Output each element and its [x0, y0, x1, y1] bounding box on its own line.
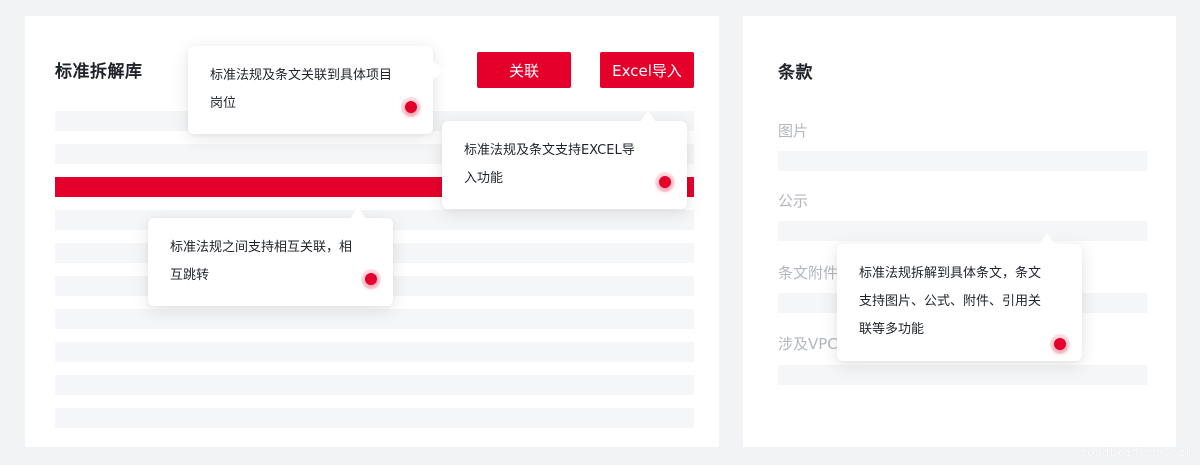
tooltip-arrow	[432, 60, 444, 80]
field-label-image: 图片	[778, 122, 809, 140]
tooltip-link-positions: 标准法规及条文关联到具体项目 岗位	[188, 46, 444, 134]
tooltip-arrow	[1039, 233, 1055, 245]
tooltip-text-line: 标准法规及条文关联到具体项目	[210, 68, 393, 83]
panel-title: 条款	[778, 63, 813, 83]
tooltip-text-line: 岗位	[210, 96, 237, 111]
tooltip-text-line: 互跳转	[170, 268, 210, 283]
field-label-attachment: 条文附件	[778, 264, 839, 282]
hotspot-dot-icon[interactable]	[659, 176, 671, 188]
list-item[interactable]	[55, 408, 694, 428]
tooltip-cross-jump: 标准法规之间支持相互关联，相 互跳转	[148, 207, 393, 306]
tooltip-excel-import: 标准法规及条文支持EXCEL导 入功能	[442, 110, 687, 209]
tooltip-text-line: 入功能	[464, 171, 504, 186]
tooltip-arrow	[640, 110, 656, 122]
field-image[interactable]	[778, 151, 1147, 171]
field-vpc[interactable]	[778, 365, 1147, 385]
hotspot-dot-icon[interactable]	[365, 273, 377, 285]
link-button[interactable]: 关联	[477, 52, 571, 88]
tooltip-text-line: 支持图片、公式、附件、引用关	[859, 294, 1042, 309]
field-label-vpc: 涉及VPC	[778, 335, 838, 353]
clause-panel: 条款 图片 公示 条文附件 涉及VPC	[743, 16, 1176, 447]
field-label-formula: 公示	[778, 192, 809, 210]
hotspot-dot-icon[interactable]	[405, 101, 417, 113]
watermark: goodbeifeng.com	[1079, 446, 1194, 459]
list-item[interactable]	[55, 342, 694, 362]
list-item[interactable]	[55, 309, 694, 329]
excel-import-button[interactable]: Excel导入	[600, 52, 694, 88]
tooltip-text-line: 标准法规之间支持相互关联，相	[170, 240, 353, 255]
hotspot-dot-icon[interactable]	[1054, 338, 1066, 350]
field-formula[interactable]	[778, 221, 1147, 241]
panel-title: 标准拆解库	[55, 62, 143, 82]
tooltip-decompose: 标准法规拆解到具体条文，条文 支持图片、公式、附件、引用关 联等多功能	[837, 233, 1082, 361]
tooltip-arrow	[350, 207, 366, 219]
tooltip-text-line: 联等多功能	[859, 322, 925, 337]
tooltip-text-line: 标准法规拆解到具体条文，条文	[859, 266, 1042, 281]
tooltip-text-line: 标准法规及条文支持EXCEL导	[464, 143, 635, 158]
list-item[interactable]	[55, 375, 694, 395]
